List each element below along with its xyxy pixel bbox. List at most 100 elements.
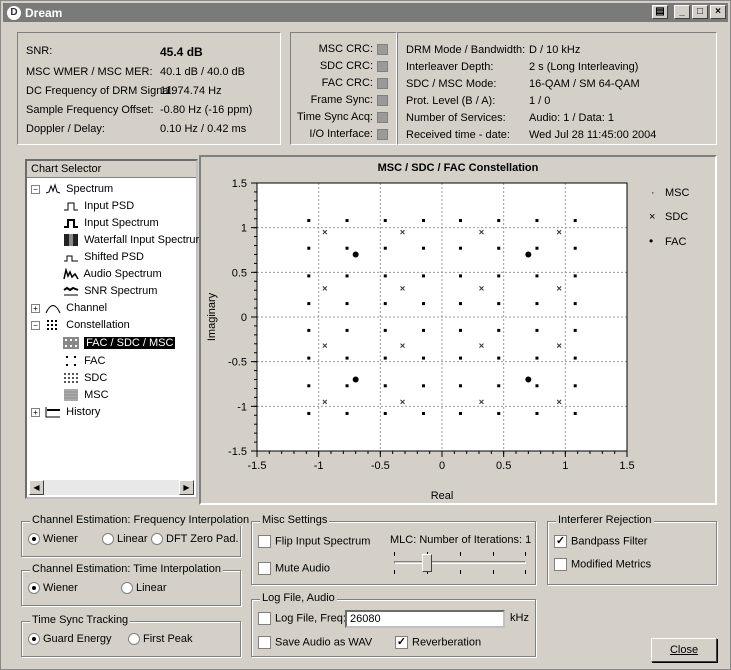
tree-item-history[interactable]: + History: [31, 404, 100, 420]
interleaver-value: 2 s (Long Interleaving): [529, 61, 639, 73]
radio-button[interactable]: [151, 533, 163, 546]
tree-horizontal-scrollbar[interactable]: ◀ ▶: [29, 480, 194, 495]
msc-point: [345, 411, 349, 415]
plot-title: MSC / SDC / FAC Constellation: [378, 162, 539, 174]
radio-button[interactable]: [128, 633, 140, 646]
msc-point: [307, 274, 311, 278]
checkbox[interactable]: [554, 558, 567, 571]
msc-point: [535, 356, 539, 360]
y-tick-label: 1.5: [232, 178, 247, 190]
msc-point: [383, 246, 387, 250]
frame-sync-label: Frame Sync:: [310, 94, 373, 106]
legend-fac-label: FAC: [665, 236, 686, 248]
flip-spectrum-checkbox[interactable]: Flip Input Spectrum: [258, 535, 370, 548]
msc-point: [573, 219, 577, 223]
checkbox[interactable]: ✓: [554, 535, 567, 548]
slider-thumb[interactable]: [422, 554, 432, 572]
collapse-icon[interactable]: −: [31, 320, 40, 330]
minimize-button[interactable]: _: [674, 5, 690, 19]
channel-icon: [45, 305, 61, 314]
dc-freq-label: DC Frequency of DRM Signal:: [26, 85, 174, 97]
checkbox[interactable]: ✓: [395, 636, 408, 649]
legend-msc-label: MSC: [665, 187, 690, 199]
close-button[interactable]: Close: [651, 638, 717, 662]
shifted-psd-icon: [64, 255, 78, 262]
sdc-icon: [64, 373, 78, 384]
tree-item-snr-spectrum[interactable]: SNR Spectrum: [63, 283, 157, 299]
expand-icon[interactable]: +: [31, 303, 40, 313]
close-window-button[interactable]: ×: [710, 5, 726, 19]
msc-point: [345, 356, 349, 360]
msc-point: [383, 411, 387, 415]
radio-button[interactable]: [102, 533, 114, 546]
fac-icon: [66, 356, 76, 367]
plot-frame: MSC / SDC / FAC Constellation -1.5 -1 -0.5…: [199, 155, 717, 505]
tree-item-msc[interactable]: MSC: [63, 387, 109, 403]
mute-audio-checkbox[interactable]: Mute Audio: [258, 562, 330, 575]
radio-button[interactable]: [121, 582, 133, 595]
time-wiener-option[interactable]: Wiener: [28, 582, 78, 595]
tree-item-input-spectrum[interactable]: Input Spectrum: [63, 215, 159, 231]
bandpass-filter-checkbox[interactable]: ✓ Bandpass Filter: [554, 535, 647, 548]
log-freq-input[interactable]: 26080: [345, 610, 505, 628]
msc-point: [422, 302, 425, 306]
legend-fac-marker: •: [649, 234, 653, 248]
tree-item-waterfall[interactable]: Waterfall Input Spectrur: [63, 232, 199, 248]
scroll-right-button[interactable]: ▶: [179, 480, 194, 495]
msc-point: [307, 328, 311, 332]
tree-item-shifted-psd[interactable]: Shifted PSD: [63, 249, 144, 265]
maximize-button[interactable]: □: [692, 5, 708, 19]
time-linear-option[interactable]: Linear: [121, 582, 167, 595]
radio-button[interactable]: [28, 582, 40, 595]
tree-item-audio-spectrum[interactable]: Audio Spectrum: [63, 266, 162, 282]
crc-panel: MSC CRC: SDC CRC: FAC CRC: Frame Sync: T…: [290, 32, 397, 145]
radio-button[interactable]: [28, 633, 40, 646]
tree-item-channel[interactable]: + Channel: [31, 300, 107, 316]
x-tick-label: -1: [314, 460, 324, 472]
sdc-crc-led: [377, 61, 388, 72]
time-sync-acq-label: Time Sync Acq:: [296, 111, 373, 123]
tree-item-sdc[interactable]: SDC: [63, 370, 107, 386]
msc-point: [345, 384, 349, 388]
sdc-msc-mode-value: 16-QAM / SM 64-QAM: [529, 78, 640, 90]
expand-icon[interactable]: +: [31, 407, 40, 417]
tree-item-fac[interactable]: FAC: [63, 353, 105, 369]
tree-item-input-psd[interactable]: Input PSD: [63, 198, 134, 214]
freq-dft-option[interactable]: DFT Zero Pad.: [151, 533, 239, 546]
chart-selector-tree[interactable]: Chart Selector − Spectrum Input PSD Inpu…: [25, 159, 199, 499]
time-sync-group: Time Sync Tracking Guard Energy First Pe…: [21, 614, 241, 657]
tree-item-fac-sdc-msc[interactable]: FAC / SDC / MSC: [63, 335, 176, 351]
msc-point: [345, 219, 349, 223]
save-wav-checkbox[interactable]: Save Audio as WAV: [258, 636, 372, 649]
tree-item-constellation[interactable]: − Constellation: [31, 317, 130, 333]
tree-item-spectrum[interactable]: − Spectrum: [31, 181, 113, 197]
y-tick-label: -1: [237, 401, 247, 413]
freq-wiener-option[interactable]: Wiener: [28, 533, 78, 546]
freq-linear-option[interactable]: Linear: [102, 533, 148, 546]
checkbox[interactable]: [258, 612, 271, 625]
msc-point: [573, 356, 577, 360]
scroll-left-button[interactable]: ◀: [29, 480, 44, 495]
msc-point: [383, 302, 387, 306]
checkbox[interactable]: [258, 535, 271, 548]
misc-settings-group: Misc Settings Flip Input Spectrum Mute A…: [251, 514, 536, 585]
collapse-icon[interactable]: −: [31, 184, 40, 194]
modified-metrics-checkbox[interactable]: Modified Metrics: [554, 558, 651, 571]
checkbox[interactable]: [258, 636, 271, 649]
checkbox[interactable]: [258, 562, 271, 575]
reverberation-checkbox[interactable]: ✓ Reverberation: [395, 636, 481, 649]
msc-point: [497, 246, 501, 250]
msc-point: [459, 328, 462, 332]
frame-sync-led: [377, 95, 388, 106]
guard-energy-option[interactable]: Guard Energy: [28, 633, 111, 646]
radio-button[interactable]: [28, 533, 40, 546]
print-icon[interactable]: ▤: [652, 5, 668, 19]
log-file-checkbox[interactable]: Log File, Freq:: [258, 612, 346, 625]
fac-crc-led: [377, 78, 388, 89]
prot-level-label: Prot. Level (B / A):: [406, 95, 496, 107]
mlc-iterations-slider[interactable]: [394, 552, 526, 574]
msc-point: [535, 411, 539, 415]
waterfall-icon: [64, 234, 78, 247]
title-bar: D Dream ▤ _ □ ×: [3, 3, 728, 22]
first-peak-option[interactable]: First Peak: [128, 633, 193, 646]
